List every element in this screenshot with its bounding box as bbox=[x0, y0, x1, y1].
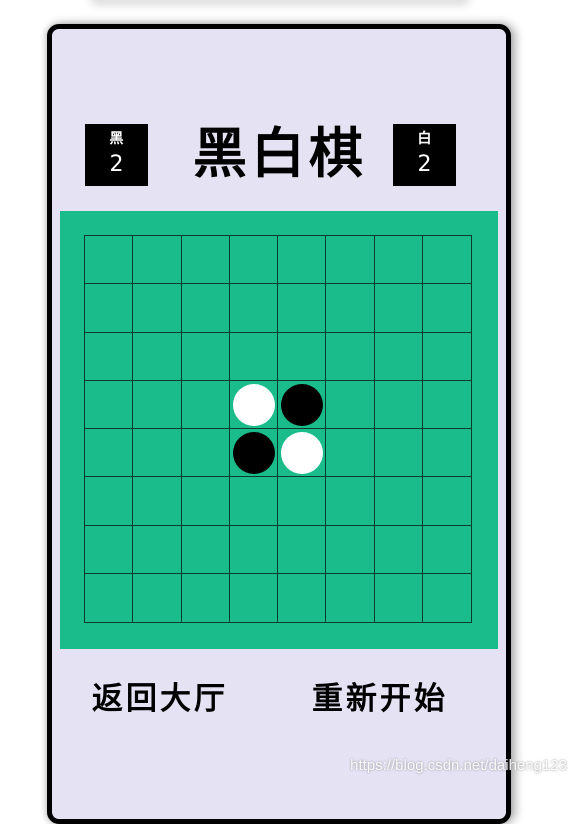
white-piece bbox=[281, 432, 323, 474]
board-cell[interactable] bbox=[229, 525, 278, 574]
board-cell[interactable] bbox=[278, 573, 327, 622]
board-cell[interactable] bbox=[278, 477, 327, 526]
board-cell[interactable] bbox=[374, 477, 423, 526]
restart-button[interactable]: 重新开始 bbox=[312, 676, 448, 722]
board-cell[interactable] bbox=[229, 429, 278, 478]
black-score-box: 黑 2 bbox=[85, 124, 148, 186]
board-cell[interactable] bbox=[133, 236, 182, 285]
board-cell[interactable] bbox=[181, 380, 230, 429]
board-cell[interactable] bbox=[230, 573, 278, 622]
board-cell[interactable] bbox=[278, 429, 327, 478]
black-piece bbox=[281, 383, 323, 426]
board-cell[interactable] bbox=[422, 284, 471, 333]
board-cell[interactable] bbox=[181, 332, 230, 381]
black-piece bbox=[232, 432, 275, 474]
board-cell[interactable] bbox=[229, 477, 278, 526]
board-cell[interactable] bbox=[181, 429, 230, 478]
board-cell[interactable] bbox=[229, 236, 278, 285]
board-cell[interactable] bbox=[374, 284, 423, 333]
board-cell[interactable] bbox=[85, 429, 134, 478]
board-cell[interactable] bbox=[181, 236, 230, 285]
board-cell[interactable] bbox=[229, 332, 278, 381]
board-cell[interactable] bbox=[85, 477, 134, 526]
board-cell[interactable] bbox=[133, 477, 182, 526]
board-cell[interactable] bbox=[326, 332, 375, 381]
board-cell[interactable] bbox=[374, 429, 423, 478]
board-cell[interactable] bbox=[133, 380, 182, 429]
board-cell[interactable] bbox=[326, 429, 375, 478]
white-piece bbox=[232, 383, 275, 426]
board-cell[interactable] bbox=[422, 333, 471, 381]
board-grid bbox=[84, 235, 472, 623]
game-board bbox=[60, 211, 498, 649]
board-cell[interactable] bbox=[133, 429, 182, 478]
board-cell[interactable] bbox=[133, 284, 182, 333]
board-cell[interactable] bbox=[422, 526, 471, 574]
top-shadow bbox=[90, 0, 470, 6]
game-title: 黑白棋 bbox=[193, 122, 367, 185]
board-cell[interactable] bbox=[133, 525, 182, 574]
board-cell[interactable] bbox=[229, 380, 278, 429]
board-cell[interactable] bbox=[181, 477, 230, 526]
board-cell[interactable] bbox=[85, 236, 134, 285]
board-cell[interactable] bbox=[326, 525, 375, 574]
board-cell[interactable] bbox=[374, 332, 423, 381]
board-cell[interactable] bbox=[85, 525, 134, 574]
board-cell[interactable] bbox=[374, 236, 423, 285]
board-cell[interactable] bbox=[422, 236, 471, 285]
board-cell[interactable] bbox=[85, 332, 134, 381]
board-cell[interactable] bbox=[375, 573, 423, 622]
board-cell[interactable] bbox=[374, 525, 423, 574]
board-cell[interactable] bbox=[278, 525, 327, 574]
board-cell[interactable] bbox=[85, 284, 134, 333]
board-cell[interactable] bbox=[422, 429, 471, 478]
board-cell[interactable] bbox=[326, 236, 375, 285]
board-cell[interactable] bbox=[423, 574, 471, 622]
board-cell[interactable] bbox=[85, 380, 134, 429]
board-cell[interactable] bbox=[278, 332, 327, 381]
watermark: https://blog.csdn.net/daiheng123 bbox=[350, 757, 567, 774]
white-score-label: 白 bbox=[417, 131, 432, 147]
white-score-box: 白 2 bbox=[393, 124, 456, 186]
board-cell[interactable] bbox=[422, 381, 471, 429]
white-score-value: 2 bbox=[417, 152, 432, 177]
board-cell[interactable] bbox=[278, 284, 327, 333]
board-cell[interactable] bbox=[85, 573, 134, 622]
black-score-value: 2 bbox=[109, 152, 124, 177]
board-cell[interactable] bbox=[182, 573, 230, 622]
back-to-lobby-button[interactable]: 返回大厅 bbox=[92, 676, 228, 722]
board-cell[interactable] bbox=[326, 573, 375, 622]
board-cell[interactable] bbox=[133, 573, 182, 622]
board-cell[interactable] bbox=[278, 380, 327, 429]
board-cell[interactable] bbox=[422, 477, 471, 526]
board-cell[interactable] bbox=[229, 284, 278, 333]
board-cell[interactable] bbox=[133, 332, 182, 381]
board-cell[interactable] bbox=[181, 525, 230, 574]
board-cell[interactable] bbox=[326, 284, 375, 333]
board-cell[interactable] bbox=[374, 380, 423, 429]
black-score-label: 黑 bbox=[109, 131, 124, 147]
board-cell[interactable] bbox=[326, 380, 375, 429]
board-cell[interactable] bbox=[326, 477, 375, 526]
board-cell[interactable] bbox=[181, 284, 230, 333]
board-cell[interactable] bbox=[278, 236, 327, 285]
